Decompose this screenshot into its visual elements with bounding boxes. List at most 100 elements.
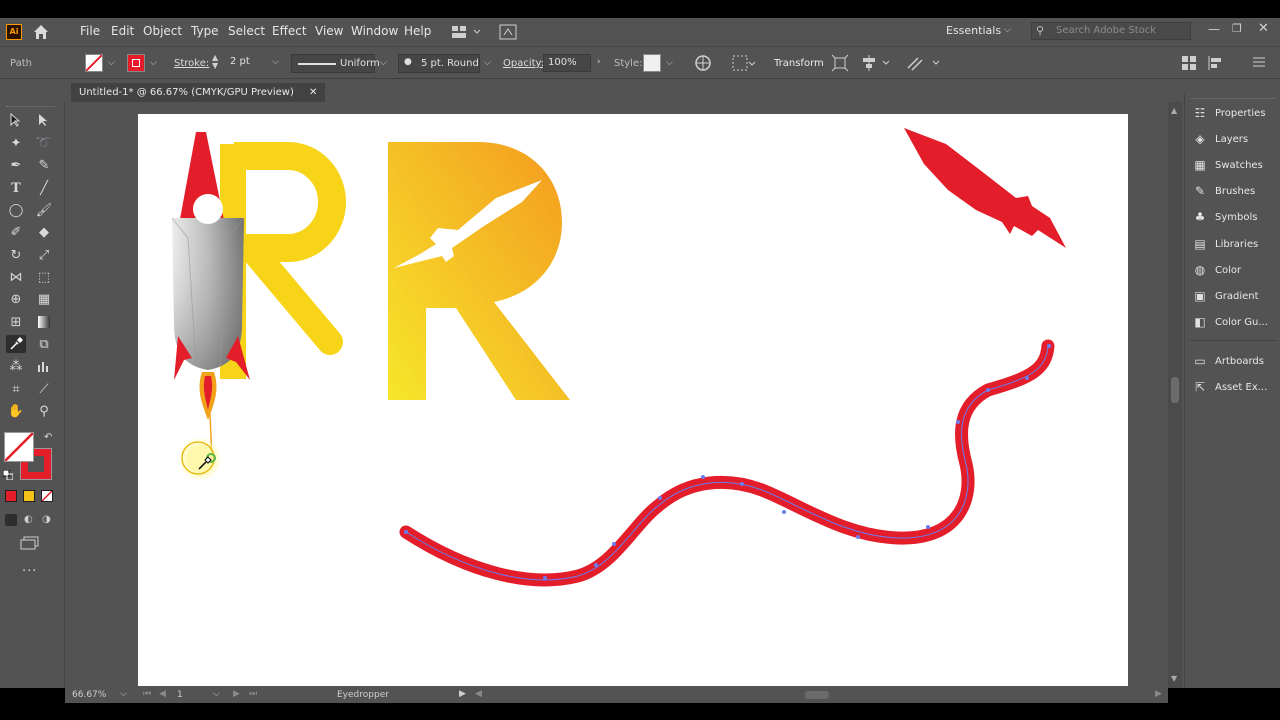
chevron-right-icon[interactable]: › xyxy=(597,57,601,67)
line-segment-tool-icon[interactable]: ╱ xyxy=(34,179,54,197)
menu-edit[interactable]: Edit xyxy=(111,24,134,38)
align-horizontal-icon[interactable] xyxy=(861,54,891,72)
mesh-tool-icon[interactable]: ⊞ xyxy=(6,313,26,331)
panel-menu-icon[interactable] xyxy=(1252,55,1266,69)
fill-swatch[interactable] xyxy=(85,54,103,72)
perspective-grid-tool-icon[interactable]: ▦ xyxy=(34,290,54,308)
scroll-down-arrow-icon[interactable]: ▼ xyxy=(1171,674,1177,683)
stroke-label[interactable]: Stroke: xyxy=(174,58,209,69)
menu-view[interactable]: View xyxy=(315,24,343,38)
stroke-swatch[interactable] xyxy=(127,54,145,72)
eraser-tool-icon[interactable]: ◆ xyxy=(34,223,54,241)
edit-toolbar-icon[interactable]: ··· xyxy=(22,564,37,579)
blend-tool-icon[interactable]: ⧉ xyxy=(34,335,54,353)
first-artboard-icon[interactable]: ⏮ xyxy=(143,689,151,699)
menu-effect[interactable]: Effect xyxy=(272,24,307,38)
rotate-tool-icon[interactable]: ↻ xyxy=(6,246,26,264)
zoom-level[interactable]: 66.67% xyxy=(72,690,106,700)
horizontal-scroll-thumb[interactable] xyxy=(805,691,829,699)
paintbrush-tool-icon[interactable]: 🖌 xyxy=(34,201,54,219)
transform-button[interactable]: Transform xyxy=(774,58,824,69)
draw-behind-icon[interactable]: ◐ xyxy=(24,514,33,525)
align-icon[interactable] xyxy=(732,54,756,72)
panel-libraries[interactable]: ▤ Libraries xyxy=(1193,233,1258,255)
close-window-icon[interactable]: ✕ xyxy=(1258,21,1269,36)
artboard[interactable] xyxy=(138,114,1128,686)
document-tab[interactable]: Untitled-1* @ 66.67% (CMYK/GPU Preview) … xyxy=(71,83,326,103)
shaper-tool-icon[interactable]: ✐ xyxy=(6,223,26,241)
artboard-number[interactable]: 1 xyxy=(177,690,183,700)
panel-layers[interactable]: ◈ Layers xyxy=(1193,128,1248,150)
chevron-down-icon[interactable]: ⌵ xyxy=(380,58,387,68)
restore-icon[interactable]: ❐ xyxy=(1232,22,1242,35)
minimize-icon[interactable]: — xyxy=(1208,22,1220,36)
align-panel-icon[interactable] xyxy=(1207,55,1223,71)
curvature-tool-icon[interactable]: ✎ xyxy=(34,156,54,174)
close-tab-icon[interactable]: ✕ xyxy=(309,87,317,98)
free-transform-tool-icon[interactable]: ⬚ xyxy=(34,268,54,286)
width-tool-icon[interactable]: ⋈ xyxy=(6,268,26,286)
scale-tool-icon[interactable]: ⤢ xyxy=(34,246,54,264)
chevron-down-icon[interactable]: ⌵ xyxy=(666,58,673,68)
gradient-tool-icon[interactable] xyxy=(34,313,54,331)
fill-color-widget[interactable] xyxy=(4,432,34,462)
lasso-tool-icon[interactable]: ➰ xyxy=(34,134,54,152)
direct-selection-tool-icon[interactable] xyxy=(34,111,54,129)
chevron-down-icon[interactable]: ⌵ xyxy=(484,58,491,68)
red-rocket-silhouette[interactable] xyxy=(904,128,1066,248)
panel-color[interactable]: ◍ Color xyxy=(1193,259,1241,281)
stroke-stepper-icon[interactable]: ▲ ▼ xyxy=(212,54,218,70)
gradient-letter-r[interactable] xyxy=(388,142,570,400)
variable-width-profile[interactable]: Uniform xyxy=(291,54,380,73)
distribute-icon[interactable] xyxy=(906,54,942,72)
stock-search[interactable]: ⚲ Search Adobe Stock xyxy=(1031,22,1191,40)
arrange-documents-icon[interactable] xyxy=(451,24,481,40)
panel-asset-export[interactable]: ⇱ Asset Ex... xyxy=(1193,376,1267,398)
slice-tool-icon[interactable]: ⟋ xyxy=(34,380,54,398)
scroll-right-arrow-icon[interactable]: ▶ xyxy=(1155,689,1162,699)
chevron-down-icon[interactable]: ⌵ xyxy=(108,58,115,68)
color-mode-swatch[interactable] xyxy=(5,490,17,502)
gradient-mode-swatch[interactable] xyxy=(23,490,35,502)
scroll-left-arrow-icon[interactable]: ◀ xyxy=(475,689,482,699)
graphic-style-swatch[interactable] xyxy=(643,54,661,72)
artboard-tool-icon[interactable]: ⌗ xyxy=(6,380,26,398)
stroke-weight-field[interactable]: 2 pt ⌵ xyxy=(226,54,284,72)
chevron-down-icon[interactable]: ⌵ xyxy=(213,689,220,699)
menu-window[interactable]: Window xyxy=(351,24,398,38)
previous-artboard-icon[interactable]: ◀ xyxy=(159,689,166,699)
scroll-up-arrow-icon[interactable]: ▲ xyxy=(1171,106,1177,115)
menu-type[interactable]: Type xyxy=(191,24,219,38)
draw-normal-icon[interactable] xyxy=(5,514,17,526)
menu-object[interactable]: Object xyxy=(143,24,182,38)
chevron-down-icon[interactable]: ⌵ xyxy=(120,689,127,699)
home-icon[interactable] xyxy=(32,23,50,41)
ellipse-tool-icon[interactable]: ◯ xyxy=(6,201,26,219)
scroll-thumb[interactable] xyxy=(1171,377,1179,403)
vertical-scrollbar[interactable]: ▲ ▼ xyxy=(1168,102,1182,688)
recolor-artwork-icon[interactable] xyxy=(694,54,712,72)
column-graph-tool-icon[interactable] xyxy=(34,357,54,375)
pen-tool-icon[interactable]: ✒ xyxy=(6,156,26,174)
menu-select[interactable]: Select xyxy=(228,24,265,38)
workspace-switcher[interactable]: Essentials ⌵ xyxy=(946,24,1011,37)
panel-gradient[interactable]: ▣ Gradient xyxy=(1193,285,1258,307)
eyedropper-tool-icon[interactable] xyxy=(6,335,26,353)
panel-properties[interactable]: ☷ Properties xyxy=(1193,102,1266,124)
none-mode-swatch[interactable] xyxy=(41,490,53,502)
status-menu-arrow-icon[interactable]: ▶ xyxy=(459,689,466,699)
menu-help[interactable]: Help xyxy=(404,24,431,38)
selection-tool-icon[interactable] xyxy=(6,111,26,129)
panel-color-guide[interactable]: ◧ Color Gu... xyxy=(1193,311,1268,333)
panel-swatches[interactable]: ▦ Swatches xyxy=(1193,154,1262,176)
opacity-field[interactable]: 100% xyxy=(543,54,591,72)
symbol-sprayer-tool-icon[interactable]: ⁂ xyxy=(6,357,26,375)
magic-wand-tool-icon[interactable]: ✦ xyxy=(6,134,26,152)
default-fill-stroke-icon[interactable] xyxy=(2,469,14,481)
last-artboard-icon[interactable]: ⏭ xyxy=(249,689,257,699)
hand-tool-icon[interactable]: ✋ xyxy=(6,402,26,420)
next-artboard-icon[interactable]: ▶ xyxy=(233,689,240,699)
type-tool-icon[interactable]: T xyxy=(6,179,26,197)
properties-toggle-icon[interactable] xyxy=(1181,55,1197,71)
gpu-performance-icon[interactable] xyxy=(499,24,517,40)
